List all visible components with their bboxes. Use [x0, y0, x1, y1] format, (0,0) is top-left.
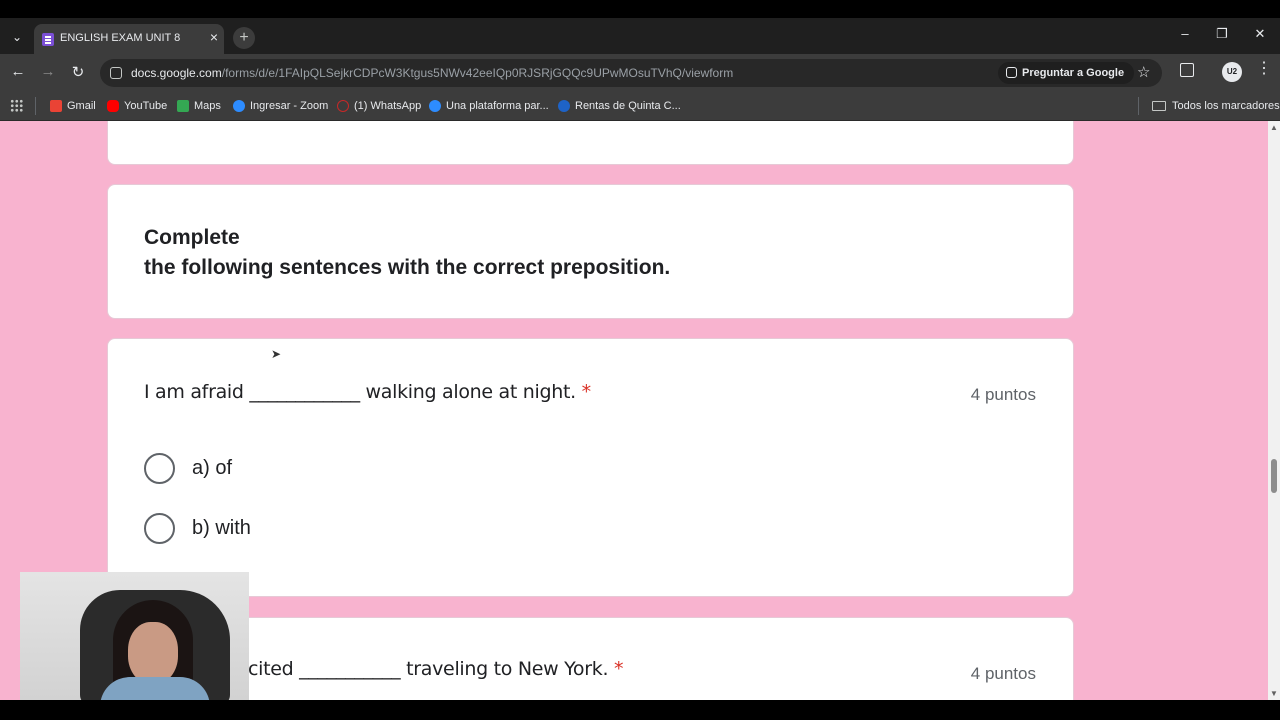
bookmark-label: Maps	[194, 100, 221, 112]
question-text-body: I am afraid ____________ walking alone a…	[144, 381, 576, 403]
whatsapp-icon	[337, 100, 349, 112]
address-bar[interactable]: docs.google.com/forms/d/e/1FAIpQLSejkrCD…	[100, 59, 1162, 87]
tab-active[interactable]: ENGLISH EXAM UNIT 8 ×	[34, 24, 224, 54]
window-close-icon[interactable]: ✕	[1250, 26, 1270, 42]
previous-card	[107, 121, 1074, 165]
bookmark-zoom[interactable]: Ingresar - Zoom	[233, 97, 328, 115]
question-points: 4 puntos	[970, 664, 1036, 683]
address-toolbar: ← → ↻ docs.google.com/forms/d/e/1FAIpQLS…	[0, 54, 1280, 91]
question-text-body: cited ___________ traveling to New York.	[248, 658, 609, 680]
bookmark-label: YouTube	[124, 100, 168, 112]
question-text: cited ___________ traveling to New York.…	[248, 658, 623, 680]
new-tab-plus-icon[interactable]: +	[233, 27, 255, 49]
bookmark-platform[interactable]: Una plataforma par...	[429, 97, 549, 115]
webcam-person-face	[128, 622, 178, 684]
radio-button[interactable]	[144, 453, 175, 484]
gmail-icon	[50, 100, 62, 112]
ask-google-label: Preguntar a Google	[1022, 67, 1125, 79]
bookmark-label: Ingresar - Zoom	[250, 100, 329, 112]
mouse-cursor-icon: ➤	[271, 347, 282, 361]
zoom-icon	[233, 100, 245, 112]
bookmark-star-icon[interactable]: ☆	[1137, 63, 1150, 81]
back-arrow-icon[interactable]: ←	[8, 63, 28, 80]
bookmark-label: Rentas de Quinta C...	[575, 100, 681, 112]
option-label[interactable]: a) of	[192, 457, 232, 480]
question-card-2: cited ___________ traveling to New York.…	[107, 617, 1074, 700]
zoom-icon	[429, 100, 441, 112]
required-asterisk: *	[581, 381, 592, 403]
reload-icon[interactable]: ↻	[68, 63, 88, 81]
tab-close-icon[interactable]: ×	[210, 29, 218, 45]
scroll-down-arrow-icon[interactable]: ▼	[1270, 689, 1278, 698]
forms-favicon-icon	[42, 33, 54, 46]
question-text: I am afraid ____________ walking alone a…	[144, 381, 591, 403]
webcam-person-body	[100, 677, 210, 700]
bookmark-rentas[interactable]: Rentas de Quinta C...	[558, 97, 681, 115]
profile-avatar[interactable]: U2	[1222, 62, 1242, 82]
url-host: docs.google.com	[131, 66, 222, 80]
bookmarks-divider	[35, 97, 36, 115]
lens-icon	[1006, 67, 1017, 78]
bookmark-label: Una plataforma par...	[446, 100, 549, 112]
scroll-thumb[interactable]	[1271, 459, 1277, 493]
site-info-icon[interactable]	[110, 67, 122, 79]
bookmark-maps[interactable]: Maps	[177, 97, 221, 115]
option-label[interactable]: b) with	[192, 517, 251, 540]
question-points: 4 puntos	[970, 385, 1036, 404]
youtube-icon	[107, 100, 119, 112]
forward-arrow-icon[interactable]: →	[38, 63, 58, 80]
bookmark-label: (1) WhatsApp	[354, 100, 422, 112]
webcam-overlay	[20, 572, 249, 700]
bookmark-label: Gmail	[67, 100, 96, 112]
url-text[interactable]: docs.google.com/forms/d/e/1FAIpQLSejkrCD…	[131, 66, 733, 80]
scroll-up-arrow-icon[interactable]: ▲	[1270, 123, 1278, 132]
minimize-icon[interactable]: –	[1175, 26, 1195, 41]
tab-bar: ⌄ ENGLISH EXAM UNIT 8 × + – ❐ ✕	[0, 18, 1280, 54]
page-scrollbar[interactable]: ▲ ▼	[1268, 121, 1280, 700]
bookmark-gmail[interactable]: Gmail	[50, 97, 96, 115]
all-bookmarks-folder[interactable]: Todos los marcadores	[1152, 97, 1280, 115]
bookmarks-bar: Gmail YouTube Maps Ingresar - Zoom (1) W…	[0, 91, 1280, 121]
bookmark-whatsapp[interactable]: (1) WhatsApp	[337, 97, 421, 115]
section-title-line2: the following sentences with the correct…	[144, 256, 671, 279]
restore-icon[interactable]: ❐	[1212, 26, 1232, 42]
tab-search-chevron-icon[interactable]: ⌄	[6, 26, 28, 48]
rentas-icon	[558, 100, 570, 112]
browser-menu-kebab-icon[interactable]: ⋮	[1256, 61, 1272, 77]
url-path: /forms/d/e/1FAIpQLSejkrCDPcW3Ktgus5NWv42…	[221, 66, 734, 80]
bookmark-youtube[interactable]: YouTube	[107, 97, 167, 115]
extensions-puzzle-icon[interactable]	[1180, 63, 1194, 77]
radio-button[interactable]	[144, 513, 175, 544]
apps-grid-icon[interactable]	[10, 99, 23, 112]
all-bookmarks-label: Todos los marcadores	[1172, 100, 1280, 112]
browser-window: ⌄ ENGLISH EXAM UNIT 8 × + – ❐ ✕ ← → ↻ do…	[0, 0, 1280, 720]
folder-icon	[1152, 101, 1166, 111]
bookmarks-divider	[1138, 97, 1139, 115]
bottom-letterbox	[0, 700, 1280, 720]
section-header-card: Complete the following sentences with th…	[107, 184, 1074, 319]
required-asterisk: *	[613, 658, 624, 680]
ask-google-button[interactable]: Preguntar a Google	[998, 62, 1135, 84]
question-card-1: I am afraid ____________ walking alone a…	[107, 338, 1074, 597]
tab-title: ENGLISH EXAM UNIT 8	[60, 32, 181, 44]
section-title: Complete the following sentences with th…	[144, 223, 670, 283]
maps-icon	[177, 100, 189, 112]
section-title-line1: Complete	[144, 226, 240, 249]
